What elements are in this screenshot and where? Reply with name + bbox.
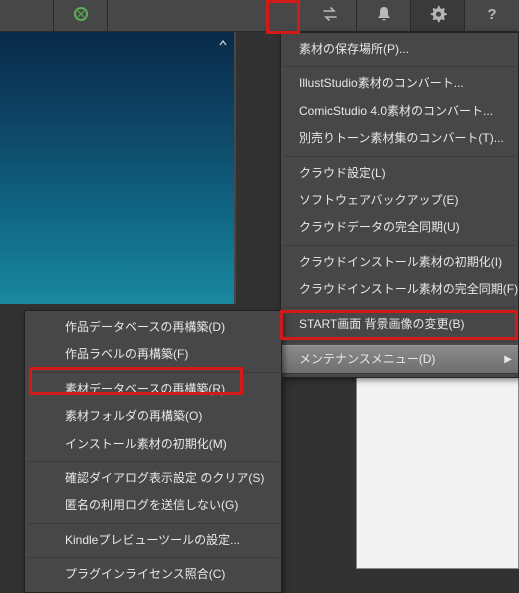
preview-pane [0,32,236,304]
maintenance-menu-item-8[interactable]: 匿名の利用ログを送信しない(G) [25,492,281,519]
toolbar-spacer [108,0,303,31]
maintenance-menu-item-label: プラグインライセンス照合(C) [65,567,225,581]
maintenance-menu-separator [27,523,279,524]
settings-menu-item-label: ComicStudio 4.0素材のコンバート... [299,104,493,118]
settings-menu: 素材の保存場所(P)... IllustStudio素材のコンバート... Comi… [280,32,519,378]
help-button[interactable]: ? [465,0,519,31]
maintenance-menu-item-12[interactable]: プラグインライセンス照合(C) [25,561,281,588]
settings-menu-item-0[interactable]: 素材の保存場所(P)... [281,36,518,63]
settings-menu-item-label: クラウドインストール素材の完全同期(F) [299,282,518,296]
toolbar-slot-empty [0,0,54,31]
swap-button[interactable] [303,0,357,31]
settings-menu-item-10[interactable]: クラウドインストール素材の初期化(I) [281,249,518,276]
settings-menu-item-label: クラウドデータの完全同期(U) [299,220,460,234]
settings-menu-item-11[interactable]: クラウドインストール素材の完全同期(F) [281,276,518,303]
settings-menu-item-4[interactable]: 別売りトーン素材集のコンバート(T)... [281,125,518,152]
settings-menu-item-6[interactable]: クラウド設定(L) [281,160,518,187]
notifications-button[interactable] [357,0,411,31]
settings-menu-item-label: メンテナンスメニュー(D) [299,352,435,366]
settings-menu-item-label: ソフトウェアバックアップ(E) [299,193,459,207]
maintenance-menu-item-4[interactable]: 素材フォルダの再構築(O) [25,403,281,430]
maintenance-submenu: 作品データベースの再構築(D) 作品ラベルの再構築(F) 素材データベースの再構築(… [24,310,282,593]
settings-menu-item-8[interactable]: クラウドデータの完全同期(U) [281,214,518,241]
settings-menu-separator [283,341,516,342]
settings-menu-item-label: 別売りトーン素材集のコンバート(T)... [299,131,504,145]
settings-menu-item-label: クラウド設定(L) [299,166,386,180]
settings-menu-separator [283,156,516,157]
settings-menu-item-3[interactable]: ComicStudio 4.0素材のコンバート... [281,98,518,125]
settings-menu-item-label: 素材の保存場所(P)... [299,42,409,56]
maintenance-menu-separator [27,557,279,558]
maintenance-menu-item-10[interactable]: Kindleプレビューツールの設定... [25,527,281,554]
maintenance-menu-item-1[interactable]: 作品ラベルの再構築(F) [25,341,281,368]
help-icon: ? [483,5,501,26]
svg-text:?: ? [487,6,496,23]
maintenance-menu-item-label: 素材データベースの再構築(R) [65,382,225,396]
settings-menu-item-2[interactable]: IllustStudio素材のコンバート... [281,70,518,97]
settings-menu-separator [283,245,516,246]
maintenance-menu-separator [27,461,279,462]
settings-menu-item-7[interactable]: ソフトウェアバックアップ(E) [281,187,518,214]
brush-button[interactable] [54,0,108,31]
settings-menu-item-label: START画面 背景画像の変更(B) [299,317,465,331]
bell-icon [375,5,393,26]
settings-button[interactable] [411,0,465,31]
collapse-caret-icon[interactable] [218,38,228,51]
maintenance-menu-item-0[interactable]: 作品データベースの再構築(D) [25,314,281,341]
maintenance-menu-item-label: 匿名の利用ログを送信しない(G) [65,498,238,512]
maintenance-menu-item-7[interactable]: 確認ダイアログ表示設定 のクリア(S) [25,465,281,492]
maintenance-menu-item-3[interactable]: 素材データベースの再構築(R) [25,376,281,403]
maintenance-menu-item-label: インストール素材の初期化(M) [65,437,227,451]
top-toolbar: ? [0,0,519,32]
maintenance-menu-item-label: Kindleプレビューツールの設定... [65,533,240,547]
settings-menu-item-label: クラウドインストール素材の初期化(I) [299,255,502,269]
maintenance-menu-item-label: 作品データベースの再構築(D) [65,320,225,334]
maintenance-menu-item-label: 確認ダイアログ表示設定 のクリア(S) [65,471,264,485]
settings-menu-item-15[interactable]: メンテナンスメニュー(D) ▶ [281,345,518,374]
maintenance-menu-item-label: 作品ラベルの再構築(F) [65,347,188,361]
settings-menu-item-13[interactable]: START画面 背景画像の変更(B) [281,311,518,338]
maintenance-menu-item-5[interactable]: インストール素材の初期化(M) [25,431,281,458]
maintenance-menu-separator [27,372,279,373]
gear-icon [429,5,447,26]
swap-icon [321,5,339,26]
settings-menu-item-label: IllustStudio素材のコンバート... [299,76,464,90]
settings-menu-separator [283,307,516,308]
brush-icon [72,5,90,26]
settings-menu-separator [283,66,516,67]
submenu-arrow-icon: ▶ [504,352,512,367]
maintenance-menu-item-label: 素材フォルダの再構築(O) [65,409,202,423]
